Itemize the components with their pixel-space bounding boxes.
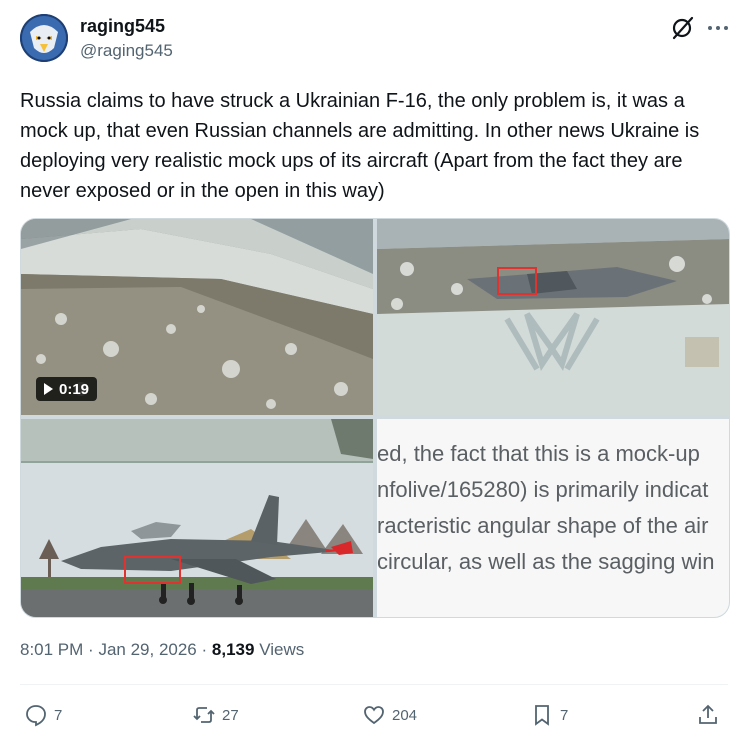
aerial-frame-image	[377, 219, 729, 415]
like-count: 204	[392, 706, 418, 724]
action-bar: 7 27 204 7	[20, 700, 728, 730]
author-display-name[interactable]: raging545	[80, 16, 165, 37]
meta-separator: ·	[88, 640, 94, 659]
aerial-image-tile[interactable]	[377, 219, 729, 415]
bookmark-icon	[535, 705, 549, 726]
like-button[interactable]: 204	[362, 700, 417, 730]
tweet-time[interactable]: 8:01 PM	[20, 640, 83, 659]
views-label: Views	[259, 640, 305, 659]
overlay-line: racteristic angular shape of the air	[377, 513, 709, 538]
repost-button[interactable]: 27	[192, 700, 239, 730]
overlay-line: circular, as well as the sagging win	[377, 549, 715, 574]
video-thumbnail[interactable]: 0:19	[21, 219, 373, 415]
aircraft-photo-tile[interactable]	[21, 419, 373, 617]
reply-icon	[26, 705, 46, 727]
eagle-avatar-icon	[20, 14, 68, 62]
more-icon[interactable]	[705, 15, 731, 41]
avatar[interactable]	[20, 14, 68, 62]
reply-count: 7	[54, 706, 63, 724]
overlay-line: ed, the fact that this is a mock-up	[377, 441, 700, 466]
overlay-line: nfolive/165280) is primarily indicat	[377, 477, 709, 502]
grok-icon[interactable]	[670, 15, 696, 41]
media-grid: 0:19 ed, the fact that this is a mock-up…	[20, 218, 730, 618]
repost-count: 27	[222, 706, 239, 724]
divider	[20, 684, 728, 685]
bookmark-button[interactable]: 7	[530, 700, 568, 730]
bookmark-count: 7	[560, 706, 569, 724]
like-icon	[364, 706, 384, 725]
f16-mockup-image	[21, 419, 373, 617]
views-count: 8,139	[211, 640, 255, 659]
tweet-date[interactable]: Jan 29, 2026	[98, 640, 196, 659]
video-duration: 0:19	[59, 380, 90, 398]
share-icon	[699, 704, 717, 724]
tweet-meta: 8:01 PM · Jan 29, 2026 · 8,139 Views	[20, 640, 304, 660]
author-handle[interactable]: @raging545	[80, 41, 173, 61]
play-icon	[44, 383, 53, 395]
reply-button[interactable]: 7	[24, 700, 62, 730]
text-screenshot-tile[interactable]: ed, the fact that this is a mock-up nfol…	[377, 419, 729, 617]
share-button[interactable]	[696, 700, 720, 730]
meta-separator: ·	[201, 640, 208, 659]
repost-icon	[193, 707, 215, 723]
tweet-text: Russia claims to have struck a Ukrainian…	[20, 90, 700, 202]
video-duration-badge: 0:19	[36, 377, 98, 401]
